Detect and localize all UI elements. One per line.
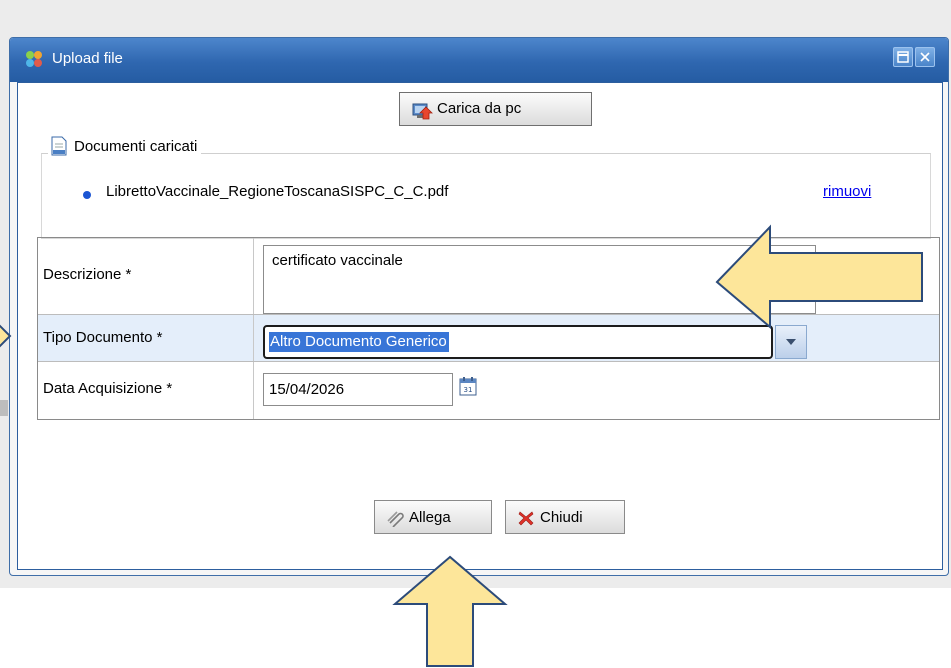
close-window-button[interactable] (915, 47, 935, 67)
close-label: Chiudi (540, 509, 583, 526)
document-type-select[interactable]: Altro Documento Generico (263, 325, 773, 359)
acquisition-date-row: Data Acquisizione * 15/04/2026 31 (38, 362, 939, 419)
document-type-row: Tipo Documento * Altro Documento Generic… (38, 315, 939, 362)
paperclip-icon (387, 511, 404, 527)
acquisition-date-input[interactable]: 15/04/2026 (263, 373, 453, 406)
upload-from-pc-icon (412, 103, 433, 120)
close-icon (920, 52, 930, 62)
uploaded-file-name: LibrettoVaccinale_RegioneToscanaSISPC_C_… (106, 183, 449, 200)
uploaded-documents-legend: Documenti caricati (48, 135, 202, 157)
list-bullet (83, 191, 91, 199)
background-edge (0, 400, 8, 416)
acquisition-date-label: Data Acquisizione * (43, 380, 173, 397)
acquisition-date-value: 15/04/2026 (269, 381, 345, 398)
document-type-label: Tipo Documento * (43, 329, 163, 346)
attach-label: Allega (409, 509, 451, 526)
close-button[interactable]: Chiudi (505, 500, 625, 534)
dialog-body: Carica da pc Documenti caricati Libretto… (17, 82, 943, 570)
calendar-icon[interactable]: 31 (459, 376, 477, 396)
document-type-value: Altro Documento Generico (269, 332, 449, 352)
svg-text:31: 31 (464, 386, 473, 394)
app-logo-icon (26, 51, 42, 67)
upload-from-pc-button[interactable]: Carica da pc (399, 92, 592, 126)
description-row: Descrizione * certificato vaccinale (38, 238, 939, 315)
dialog-title: Upload file (52, 50, 123, 67)
dialog-titlebar[interactable]: Upload file (10, 38, 948, 82)
description-label: Descrizione * (43, 266, 132, 283)
upload-file-dialog: Upload file Carica da pc Documenti caric… (9, 37, 949, 576)
remove-file-link[interactable]: rimuovi (823, 183, 871, 200)
description-value: certificato vaccinale (272, 252, 403, 269)
maximize-icon (897, 51, 909, 63)
red-x-icon (518, 511, 534, 526)
upload-from-pc-label: Carica da pc (437, 100, 522, 117)
document-icon (51, 136, 67, 156)
chevron-down-icon[interactable] (775, 325, 807, 359)
document-metadata-form: Descrizione * certificato vaccinale Tipo… (37, 237, 940, 420)
description-textarea[interactable]: certificato vaccinale (263, 245, 816, 314)
maximize-button[interactable] (893, 47, 913, 67)
attach-button[interactable]: Allega (374, 500, 492, 534)
